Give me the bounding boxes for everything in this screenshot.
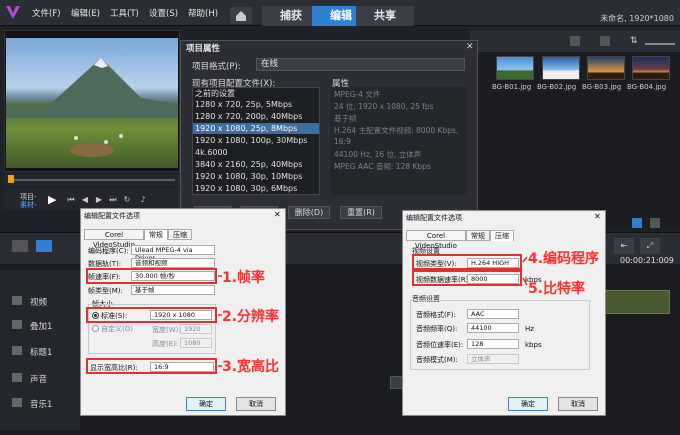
- annotation-framerate: 1.帧率: [222, 270, 266, 286]
- annotation-codec: 4.编码程序: [528, 251, 600, 267]
- annotation-bitrate: 5.比特率: [528, 281, 586, 297]
- annotation-aspect: 3.宽高比: [222, 359, 280, 375]
- annotation-arrows: [218, 256, 528, 367]
- annotation-resolution: 2.分辨率: [222, 309, 280, 325]
